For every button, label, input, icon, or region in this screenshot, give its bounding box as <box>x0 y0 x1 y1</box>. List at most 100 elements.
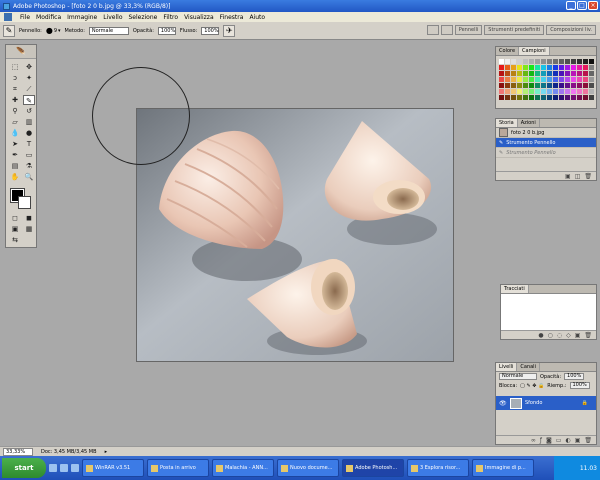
screen-mode-full-icon[interactable]: ▦ <box>23 224 35 234</box>
history-step-selected[interactable]: ✎ Strumento Pennello <box>496 138 596 148</box>
color-swatch[interactable] <box>541 59 546 64</box>
color-swatch[interactable] <box>511 77 516 82</box>
color-swatch[interactable] <box>589 71 594 76</box>
type-tool-icon[interactable]: T <box>23 139 35 149</box>
new-document-from-state-icon[interactable]: ▣ <box>565 173 571 180</box>
menu-filtro[interactable]: Filtro <box>163 14 178 21</box>
hand-tool-icon[interactable]: ✋ <box>9 172 21 182</box>
lock-icons[interactable]: ▢ ✎ ✥ 🔒 <box>520 383 544 389</box>
color-swatch[interactable] <box>559 83 564 88</box>
new-path-icon[interactable]: ▣ <box>575 332 581 339</box>
color-swatch[interactable] <box>535 89 540 94</box>
layer-opacity-field[interactable]: 100% <box>564 373 585 380</box>
color-swatch[interactable] <box>535 59 540 64</box>
color-swatch[interactable] <box>589 77 594 82</box>
color-swatch[interactable] <box>541 95 546 100</box>
color-swatch[interactable] <box>547 59 552 64</box>
color-swatch[interactable] <box>589 95 594 100</box>
path-selection-tool-icon[interactable]: ➤ <box>9 139 21 149</box>
color-swatch[interactable] <box>565 89 570 94</box>
color-swatch[interactable] <box>523 83 528 88</box>
color-swatch[interactable] <box>553 65 558 70</box>
color-swatch[interactable] <box>517 65 522 70</box>
fill-path-icon[interactable]: ● <box>538 332 543 339</box>
color-swatch[interactable] <box>523 65 528 70</box>
color-swatch[interactable] <box>583 65 588 70</box>
menu-visualizza[interactable]: Visualizza <box>184 14 214 21</box>
opacity-field[interactable]: 100% <box>157 26 176 35</box>
color-swatch[interactable] <box>529 95 534 100</box>
color-swatch[interactable] <box>589 65 594 70</box>
magic-wand-tool-icon[interactable]: ✦ <box>23 73 35 83</box>
color-swatch[interactable] <box>517 89 522 94</box>
color-swatch[interactable] <box>565 71 570 76</box>
color-swatch[interactable] <box>517 71 522 76</box>
color-swatch[interactable] <box>547 77 552 82</box>
menu-file[interactable]: File <box>20 14 30 21</box>
taskbar-item[interactable]: Posta in arrivo <box>147 459 209 477</box>
color-swatch[interactable] <box>541 89 546 94</box>
color-swatch[interactable] <box>565 59 570 64</box>
color-swatch[interactable] <box>571 65 576 70</box>
color-swatch[interactable] <box>547 71 552 76</box>
taskbar-item[interactable]: Immagine di p... <box>472 459 534 477</box>
color-swatch[interactable] <box>553 95 558 100</box>
blur-tool-icon[interactable]: 💧 <box>9 128 21 138</box>
trash-icon[interactable]: 🗑 <box>584 437 592 444</box>
color-swatch[interactable] <box>565 95 570 100</box>
fill-field[interactable]: 100% <box>569 382 590 389</box>
color-swatch[interactable] <box>571 95 576 100</box>
color-swatch[interactable] <box>517 59 522 64</box>
color-swatch[interactable] <box>589 59 594 64</box>
trash-icon[interactable]: 🗑 <box>584 332 592 339</box>
document-canvas[interactable] <box>136 108 454 362</box>
doc-size[interactable]: Doc: 3,45 MB/3,45 MB <box>41 449 97 455</box>
dodge-tool-icon[interactable]: ● <box>23 128 35 138</box>
new-snapshot-icon[interactable]: ◫ <box>575 173 581 180</box>
color-swatch[interactable] <box>529 65 534 70</box>
history-snapshot[interactable]: foto 2 0 b.jpg <box>496 128 596 138</box>
color-swatch[interactable] <box>583 71 588 76</box>
color-swatch[interactable] <box>511 95 516 100</box>
eye-icon[interactable]: 👁 <box>499 400 507 407</box>
color-swatch[interactable] <box>547 65 552 70</box>
adjustment-layer-icon[interactable]: ◐ <box>565 437 570 444</box>
zoom-tool-icon[interactable]: 🔍 <box>23 172 35 182</box>
move-tool-icon[interactable]: ✥ <box>23 62 35 72</box>
color-swatch[interactable] <box>541 65 546 70</box>
minimize-button[interactable]: _ <box>566 1 576 10</box>
color-swatch[interactable] <box>541 83 546 88</box>
color-swatch[interactable] <box>565 65 570 70</box>
close-button[interactable]: × <box>588 1 598 10</box>
screen-mode-standard-icon[interactable]: ▣ <box>9 224 21 234</box>
color-swatch[interactable] <box>553 71 558 76</box>
tab-azioni[interactable]: Azioni <box>518 119 540 127</box>
status-arrow-icon[interactable]: ▸ <box>105 449 108 455</box>
color-swatch[interactable] <box>541 77 546 82</box>
history-step-ghost[interactable]: ✎ Strumento Pennello <box>496 148 596 158</box>
history-brush-tool-icon[interactable]: ↺ <box>23 106 35 116</box>
color-swatch[interactable] <box>517 95 522 100</box>
healing-brush-tool-icon[interactable]: ✚ <box>9 95 21 105</box>
color-swatch[interactable] <box>583 83 588 88</box>
crop-tool-icon[interactable]: ⌗ <box>9 84 21 94</box>
color-swatch[interactable] <box>583 59 588 64</box>
menu-aiuto[interactable]: Aiuto <box>249 14 265 21</box>
color-swatch[interactable] <box>535 77 540 82</box>
blend-mode-select[interactable]: Normale <box>499 373 537 380</box>
color-swatch[interactable] <box>577 89 582 94</box>
color-swatch[interactable] <box>571 83 576 88</box>
color-swatch[interactable] <box>577 65 582 70</box>
color-swatch[interactable] <box>529 77 534 82</box>
taskbar-item[interactable]: Nuovo docume... <box>277 459 339 477</box>
zoom-field[interactable]: 33,33% <box>3 447 33 456</box>
menu-selezione[interactable]: Selezione <box>129 14 158 21</box>
menu-livello[interactable]: Livello <box>103 14 122 21</box>
stroke-path-icon[interactable]: ○ <box>548 332 553 339</box>
color-swatch[interactable] <box>517 77 522 82</box>
color-swatch[interactable] <box>535 71 540 76</box>
color-swatch[interactable] <box>577 59 582 64</box>
color-swatch[interactable] <box>499 59 504 64</box>
taskbar-item-active[interactable]: Adobe Photosh... <box>342 459 404 477</box>
eyedropper-tool-icon[interactable]: ⚗ <box>23 161 35 171</box>
